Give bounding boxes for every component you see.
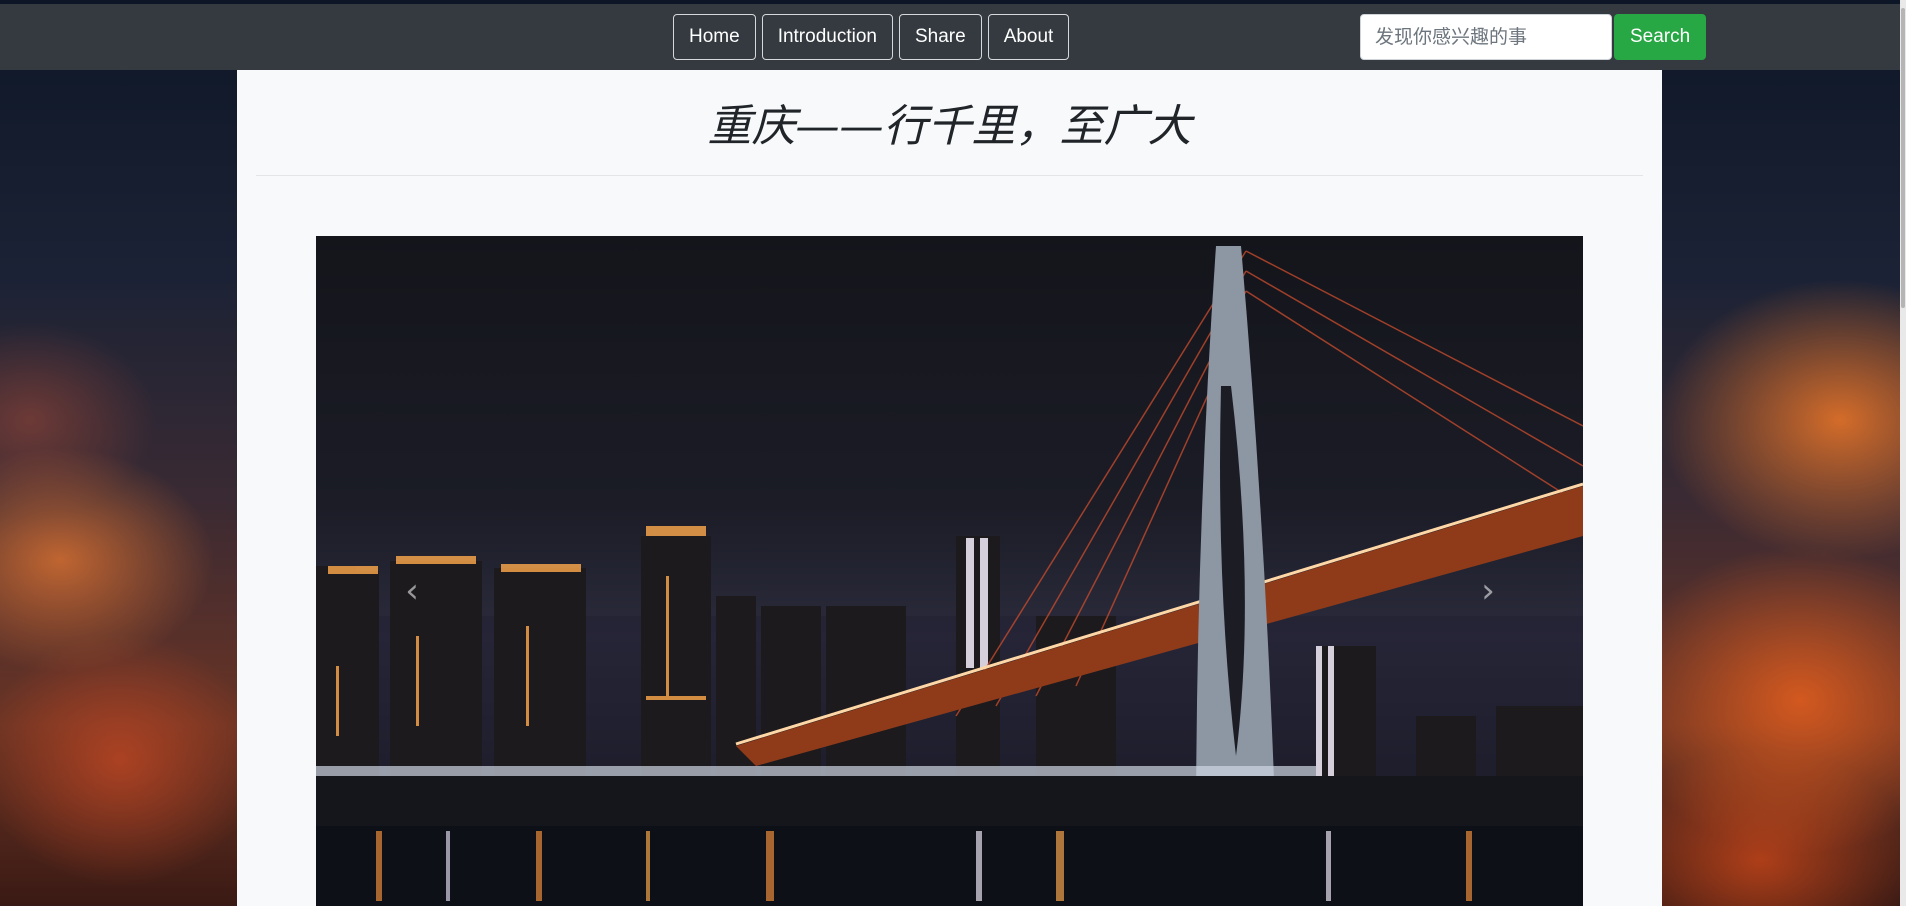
page-title: 重庆——行千里，至广大 <box>707 101 1192 152</box>
nav-about-button[interactable]: About <box>987 14 1070 60</box>
search-button[interactable]: Search <box>1614 14 1707 60</box>
title-divider <box>256 175 1643 176</box>
search-input[interactable] <box>1360 14 1612 60</box>
search-form: Search <box>1360 14 1707 60</box>
chevron-left-icon[interactable]: ‹ <box>395 574 429 608</box>
scrollbar-thumb[interactable] <box>1901 8 1905 308</box>
chevron-right-icon[interactable]: › <box>1471 574 1505 608</box>
scrollbar[interactable] <box>1900 0 1906 906</box>
nav-links: Home Introduction Share About <box>673 14 1070 60</box>
image-carousel[interactable]: ‹ › <box>316 236 1583 906</box>
nav-home-button[interactable]: Home <box>673 14 756 60</box>
nav-introduction-button[interactable]: Introduction <box>761 14 893 60</box>
main-content: 重庆——行千里，至广大 ‹ › <box>237 70 1662 906</box>
city-night-bridge-image <box>316 246 1583 906</box>
nav-share-button[interactable]: Share <box>898 14 982 60</box>
navbar: Home Introduction Share About Search <box>0 4 1900 70</box>
